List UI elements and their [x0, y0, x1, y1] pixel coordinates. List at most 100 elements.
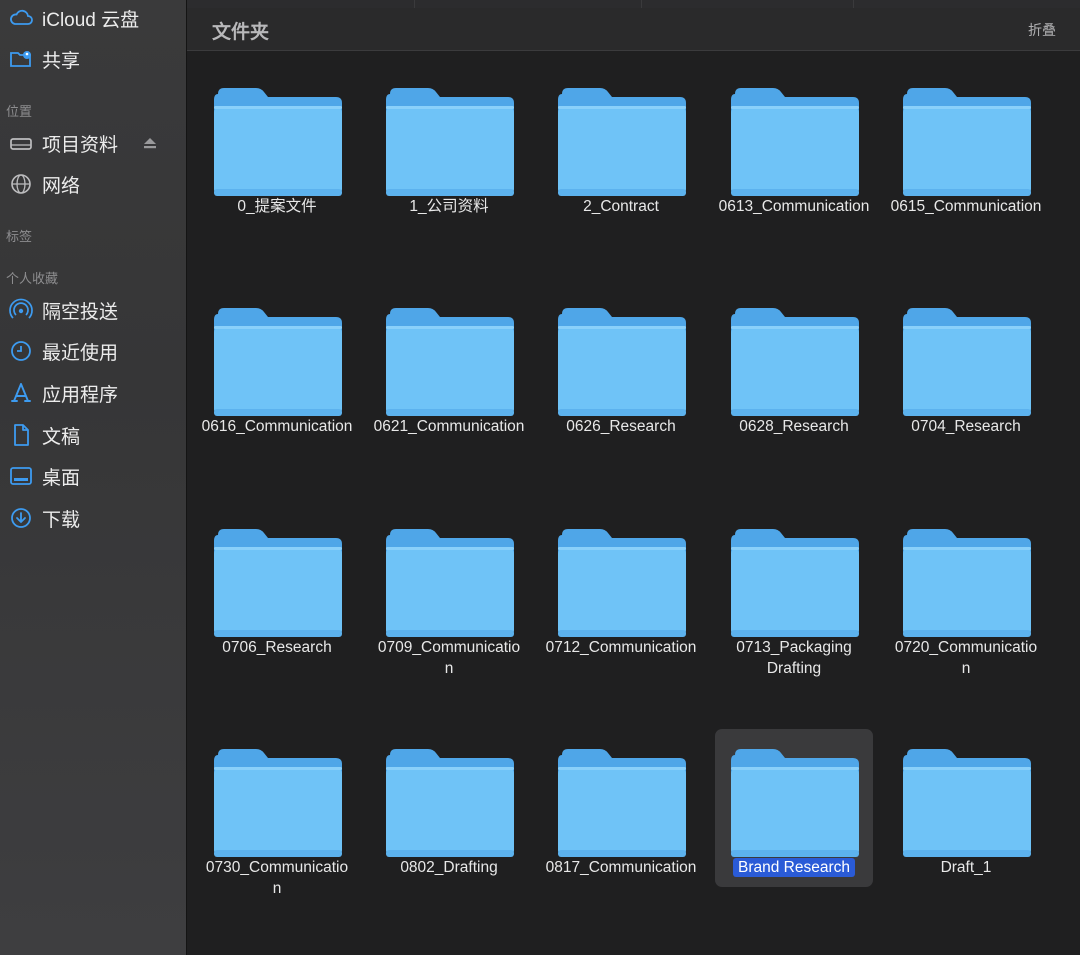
- download-icon: [8, 505, 34, 531]
- folder-icon: [212, 306, 344, 418]
- sidebar-item-documents[interactable]: 文稿: [0, 419, 186, 451]
- folder-item[interactable]: Brand Research: [708, 717, 880, 917]
- folder-icon: [901, 527, 1033, 639]
- sidebar-item-label: 桌面: [42, 467, 81, 489]
- sidebar-item-applications[interactable]: 应用程序: [0, 377, 186, 409]
- sidebar-item-recents[interactable]: 最近使用: [0, 335, 186, 367]
- tab-strip: [187, 0, 1080, 8]
- folder-icon: [212, 747, 344, 859]
- folder-name: 0712_Communication: [535, 637, 707, 658]
- folder-name: Draft_1: [880, 857, 1052, 878]
- tab-strip-segment[interactable]: [854, 0, 1080, 8]
- folder-name-text: 0626_Research: [566, 418, 676, 435]
- folder-name: 1_公司资料: [363, 196, 535, 217]
- sidebar-item-project-drive[interactable]: 项目资料: [0, 127, 186, 159]
- folder-name-text: 0704_Research: [911, 418, 1021, 435]
- folder-item[interactable]: 0712_Communication: [535, 497, 707, 697]
- sidebar-item-label: 最近使用: [42, 342, 119, 364]
- sidebar-item-downloads[interactable]: 下载: [0, 502, 186, 534]
- folder-icon: [901, 86, 1033, 198]
- folder-name: 0613_Communication: [708, 196, 880, 217]
- document-icon: [8, 422, 34, 448]
- sidebar-item-label: 文稿: [42, 426, 81, 448]
- sidebar: iCloud 云盘 共享 位置 项目资料 网络 标签 个人收藏 隔空投送 最近使…: [0, 0, 187, 955]
- folder-item[interactable]: 0817_Communication: [535, 717, 707, 917]
- folder-name: Brand Research: [708, 857, 880, 878]
- section-locations: 位置: [6, 104, 33, 119]
- folder-name-text: 0817_Communication: [545, 859, 697, 876]
- sidebar-item-desktop[interactable]: 桌面: [0, 460, 186, 492]
- folder-name-text: 0706_Research: [222, 639, 332, 656]
- folder-item[interactable]: Draft_1: [880, 717, 1052, 917]
- folder-item[interactable]: 0_提案文件: [191, 56, 363, 256]
- folder-name: 0720_Communicatio n: [880, 637, 1052, 679]
- sidebar-item-airdrop[interactable]: 隔空投送: [0, 294, 186, 326]
- folder-icon: [556, 306, 688, 418]
- folder-icon: [384, 86, 516, 198]
- folder-name: 0817_Communication: [535, 857, 707, 878]
- folder-item[interactable]: 0616_Communication: [191, 276, 363, 476]
- folder-icon: [729, 306, 861, 418]
- folder-name-text: 0616_Communication: [201, 418, 353, 435]
- folder-name: 2_Contract: [535, 196, 707, 217]
- folder-name-text: 0621_Communication: [373, 418, 525, 435]
- sidebar-item-shared[interactable]: 共享: [0, 43, 186, 75]
- folder-item[interactable]: 0626_Research: [535, 276, 707, 476]
- folder-name-text: 0709_Communicatio n: [377, 639, 521, 677]
- clock-icon: [8, 338, 34, 364]
- folder-item[interactable]: 0615_Communication: [880, 56, 1052, 256]
- airdrop-icon: [8, 297, 34, 323]
- folder-item[interactable]: 0720_Communicatio n: [880, 497, 1052, 697]
- folder-name: 0621_Communication: [363, 416, 535, 437]
- folder-item[interactable]: 0613_Communication: [708, 56, 880, 256]
- folder-name-text: 0_提案文件: [237, 198, 317, 215]
- folder-item[interactable]: 0706_Research: [191, 497, 363, 697]
- folder-name: 0706_Research: [191, 637, 363, 658]
- folder-item[interactable]: 0802_Drafting: [363, 717, 535, 917]
- folder-name-text: 1_公司资料: [409, 198, 489, 215]
- folder-icon: [556, 527, 688, 639]
- main-content: 文件夹 折叠 0_提案文件 1_公司资料 2_Contract 0613_Commun…: [187, 0, 1080, 955]
- sidebar-item-network[interactable]: 网络: [0, 168, 186, 200]
- folder-name: 0730_Communicatio n: [191, 857, 363, 899]
- collapse-button[interactable]: 折叠: [1028, 20, 1056, 40]
- folder-name-text: 0615_Communication: [890, 198, 1042, 215]
- tab-strip-segment[interactable]: [415, 0, 642, 8]
- folder-item[interactable]: 2_Contract: [535, 56, 707, 256]
- folder-name-text: 0730_Communicatio n: [205, 859, 349, 897]
- sidebar-item-label: 共享: [42, 50, 81, 72]
- folder-item[interactable]: 0730_Communicatio n: [191, 717, 363, 917]
- folder-icon: [901, 747, 1033, 859]
- sidebar-item-label: 隔空投送: [42, 301, 119, 323]
- eject-icon[interactable]: [142, 135, 158, 151]
- folder-item[interactable]: 0621_Communication: [363, 276, 535, 476]
- folder-item[interactable]: 0704_Research: [880, 276, 1052, 476]
- folder-item[interactable]: 0713_Packaging Drafting: [708, 497, 880, 697]
- section-tags: 标签: [6, 229, 33, 244]
- folder-name-text: 2_Contract: [583, 198, 659, 215]
- folder-icon: [212, 86, 344, 198]
- folder-icon: [384, 747, 516, 859]
- folder-icon: [384, 527, 516, 639]
- sidebar-item-icloud[interactable]: iCloud 云盘: [0, 2, 186, 34]
- folder-name-text: 0720_Communicatio n: [894, 639, 1038, 677]
- folder-item[interactable]: 1_公司资料: [363, 56, 535, 256]
- folder-icon: [212, 527, 344, 639]
- cloud-icon: [8, 5, 34, 31]
- folder-name: 0626_Research: [535, 416, 707, 437]
- section-favorites: 个人收藏: [6, 271, 59, 286]
- tab-strip-segment[interactable]: [642, 0, 854, 8]
- section-header: 文件夹 折叠: [187, 8, 1080, 51]
- folder-icon: [901, 306, 1033, 418]
- tab-strip-segment[interactable]: [187, 0, 415, 8]
- shared-folder-icon: [8, 46, 34, 72]
- folder-name-text: 0613_Communication: [718, 198, 870, 215]
- folder-item[interactable]: 0709_Communicatio n: [363, 497, 535, 697]
- folder-icon: [556, 86, 688, 198]
- folder-name-text: Draft_1: [940, 859, 992, 876]
- folder-name: 0802_Drafting: [363, 857, 535, 878]
- folder-item[interactable]: 0628_Research: [708, 276, 880, 476]
- folder-name: 0628_Research: [708, 416, 880, 437]
- folder-icon: [729, 527, 861, 639]
- folder-name: 0709_Communicatio n: [363, 637, 535, 679]
